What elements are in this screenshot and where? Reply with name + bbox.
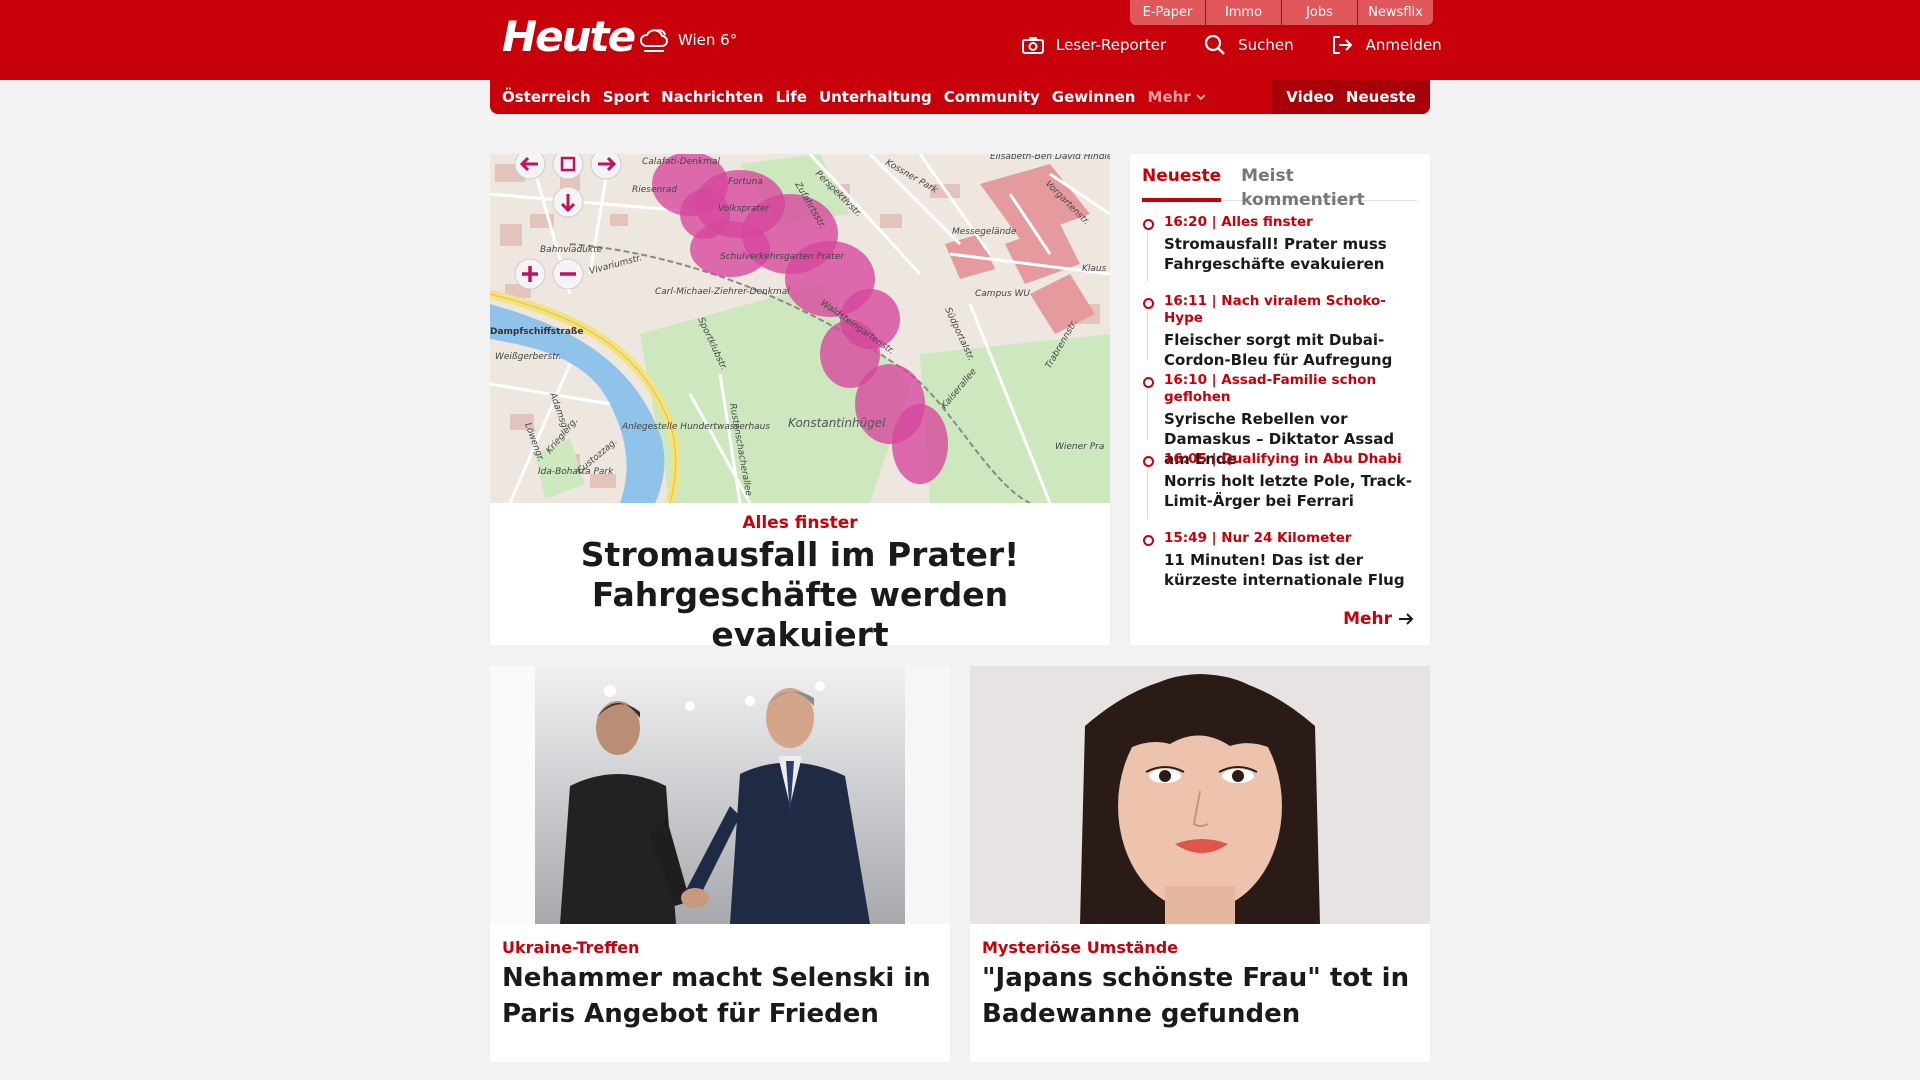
news-item-title[interactable]: Fleischer sorgt mit Dubai-Cordon-Bleu fü… bbox=[1164, 330, 1422, 370]
news-item-meta: 16:20 | Alles finster bbox=[1164, 214, 1313, 230]
search-button[interactable]: Suchen bbox=[1204, 34, 1294, 56]
map-label: Konstantinhügel bbox=[788, 416, 886, 430]
lead-kicker: Alles finster bbox=[742, 513, 858, 533]
nav-item-life[interactable]: Life bbox=[776, 88, 807, 106]
timeline-dot-icon bbox=[1143, 535, 1154, 546]
news-item[interactable]: 16:05 | Qualifying in Abu Dhabi Norris h… bbox=[1142, 451, 1422, 530]
news-item-meta: 16:05 | Qualifying in Abu Dhabi bbox=[1164, 451, 1402, 467]
news-item[interactable]: 16:20 | Alles finster Stromausfall! Prat… bbox=[1142, 214, 1422, 293]
article-image-portrait[interactable] bbox=[970, 666, 1430, 924]
timeline-dot-icon bbox=[1143, 298, 1154, 309]
heute-logo[interactable]: Heute bbox=[502, 12, 636, 61]
lead-article[interactable]: Calafati-Denkmal Riesenrad Fortuna Volks… bbox=[490, 154, 1110, 654]
news-item[interactable]: 16:11 | Nach viralem Schoko-Hype Fleisch… bbox=[1142, 293, 1422, 372]
map-label: Schulverkehrsgarten Prater bbox=[720, 252, 845, 262]
map-label: Weißgerberstr. bbox=[495, 352, 561, 362]
sidebar-more-label: Mehr bbox=[1343, 609, 1392, 629]
map-label: Carl-Michael-Ziehrer-Denkmal bbox=[655, 287, 790, 297]
news-item-meta: 15:49 | Nur 24 Kilometer bbox=[1164, 530, 1352, 546]
map-label: Campus WU bbox=[975, 289, 1030, 299]
leser-reporter-label: Leser-Reporter bbox=[1056, 36, 1167, 54]
map-label: Calafati-Denkmal bbox=[642, 157, 720, 167]
arrow-right-icon bbox=[1399, 613, 1414, 625]
main-nav: Österreich Sport Nachrichten Life Unterh… bbox=[490, 80, 1430, 114]
map-label: Fortuna bbox=[728, 177, 763, 187]
article-card[interactable]: Ukraine-Treffen Nehammer macht Selenski … bbox=[490, 666, 950, 1062]
map-label: Volksprater bbox=[718, 204, 771, 214]
news-item[interactable]: 16:10 | Assad-Familie schon geflohen Syr… bbox=[1142, 372, 1422, 468]
site-header: E-Paper Immo Jobs Newsflix Heute Wien 6°… bbox=[0, 0, 1920, 80]
map-label: Wiener Pra bbox=[1055, 442, 1104, 452]
article-card[interactable]: Mysteriöse Umstände "Japans schönste Fra… bbox=[970, 666, 1430, 1062]
article-headline[interactable]: "Japans schönste Frau" tot in Badewanne … bbox=[982, 960, 1412, 1032]
article-headline[interactable]: Nehammer macht Selenski in Paris Angebot… bbox=[502, 960, 932, 1032]
utility-link-newsflix[interactable]: Newsflix bbox=[1357, 0, 1433, 25]
zoom-in-icon[interactable] bbox=[514, 258, 546, 289]
weather-text: Wien 6° bbox=[678, 31, 738, 49]
sidebar-tabs: Neueste Meist kommentiert bbox=[1142, 164, 1418, 210]
map-label: Messegelände bbox=[952, 227, 1017, 237]
search-label: Suchen bbox=[1238, 36, 1294, 54]
news-item-meta: 16:11 | Nach viralem Schoko-Hype bbox=[1164, 293, 1386, 326]
map-label: Elisabeth-Ben David Hindler Park bbox=[990, 154, 1110, 162]
timeline-dot-icon bbox=[1143, 456, 1154, 467]
news-item-title[interactable]: Norris holt letzte Pole, Track-Limit-Ärg… bbox=[1164, 471, 1422, 511]
tab-neueste[interactable]: Neueste bbox=[1142, 164, 1222, 202]
weather-widget[interactable]: Wien 6° bbox=[638, 26, 737, 54]
news-list: 16:20 | Alles finster Stromausfall! Prat… bbox=[1142, 214, 1422, 609]
article-kicker: Mysteriöse Umstände bbox=[982, 938, 1179, 957]
search-icon bbox=[1205, 34, 1225, 55]
nav-more-label: Mehr bbox=[1147, 88, 1191, 106]
pan-down-icon[interactable] bbox=[552, 186, 584, 218]
article-kicker: Ukraine-Treffen bbox=[502, 938, 640, 957]
article-image-handshake[interactable] bbox=[490, 666, 950, 924]
news-item-title[interactable]: Stromausfall! Prater muss Fahrgeschäfte … bbox=[1164, 234, 1422, 274]
nav-video-link[interactable]: Video bbox=[1286, 88, 1334, 106]
zoom-out-icon[interactable] bbox=[552, 258, 584, 289]
nav-right-group: Video Neueste bbox=[1272, 80, 1430, 114]
nav-item-nachrichten[interactable]: Nachrichten bbox=[661, 88, 763, 106]
latest-news-sidebar: Neueste Meist kommentiert 16:20 | Alles … bbox=[1130, 154, 1430, 645]
map-label: Anlegestelle Hundertwasserhaus bbox=[621, 422, 770, 432]
cloud-sun-icon bbox=[640, 29, 668, 52]
login-icon bbox=[1332, 36, 1353, 54]
chevron-down-icon bbox=[1195, 94, 1206, 101]
utility-link-epaper[interactable]: E-Paper bbox=[1130, 0, 1205, 25]
map-label: Dampfschiffstraße bbox=[490, 327, 584, 337]
pan-left-icon[interactable] bbox=[514, 154, 546, 180]
nav-item-gewinnen[interactable]: Gewinnen bbox=[1052, 88, 1136, 106]
login-label: Anmelden bbox=[1365, 36, 1442, 54]
map-controls bbox=[514, 154, 622, 289]
utility-link-immo[interactable]: Immo bbox=[1205, 0, 1281, 25]
camera-icon bbox=[1022, 37, 1044, 54]
nav-item-unterhaltung[interactable]: Unterhaltung bbox=[819, 88, 932, 106]
nav-item-oesterreich[interactable]: Österreich bbox=[502, 88, 591, 106]
tab-meist-kommentiert[interactable]: Meist kommentiert bbox=[1241, 164, 1398, 210]
map-label: Klaus bbox=[1082, 264, 1107, 274]
news-item-meta: 16:10 | Assad-Familie schon geflohen bbox=[1164, 372, 1377, 405]
nav-item-community[interactable]: Community bbox=[944, 88, 1040, 106]
utility-link-jobs[interactable]: Jobs bbox=[1281, 0, 1357, 25]
nav-latest-link[interactable]: Neueste bbox=[1346, 88, 1416, 106]
outage-map[interactable]: Calafati-Denkmal Riesenrad Fortuna Volks… bbox=[490, 154, 1110, 503]
lead-headline[interactable]: Stromausfall im Prater! Fahrgeschäfte we… bbox=[500, 535, 1100, 655]
reset-view-icon[interactable] bbox=[552, 154, 584, 180]
leser-reporter-button[interactable]: Leser-Reporter bbox=[1022, 36, 1166, 54]
nav-item-sport[interactable]: Sport bbox=[603, 88, 649, 106]
timeline-dot-icon bbox=[1143, 377, 1154, 388]
nav-more-dropdown[interactable]: Mehr bbox=[1147, 88, 1206, 106]
sidebar-more-link[interactable]: Mehr bbox=[1343, 609, 1414, 629]
news-item[interactable]: 15:49 | Nur 24 Kilometer 11 Minuten! Das… bbox=[1142, 530, 1422, 609]
map-label: Riesenrad bbox=[632, 185, 677, 195]
timeline-dot-icon bbox=[1143, 219, 1154, 230]
news-item-title[interactable]: 11 Minuten! Das ist der kürzeste interna… bbox=[1164, 550, 1422, 590]
login-button[interactable]: Anmelden bbox=[1332, 35, 1442, 55]
utility-nav: E-Paper Immo Jobs Newsflix bbox=[1130, 0, 1433, 25]
pan-right-icon[interactable] bbox=[590, 154, 622, 180]
header-actions: Leser-Reporter Suchen Anmelden bbox=[1022, 34, 1442, 56]
